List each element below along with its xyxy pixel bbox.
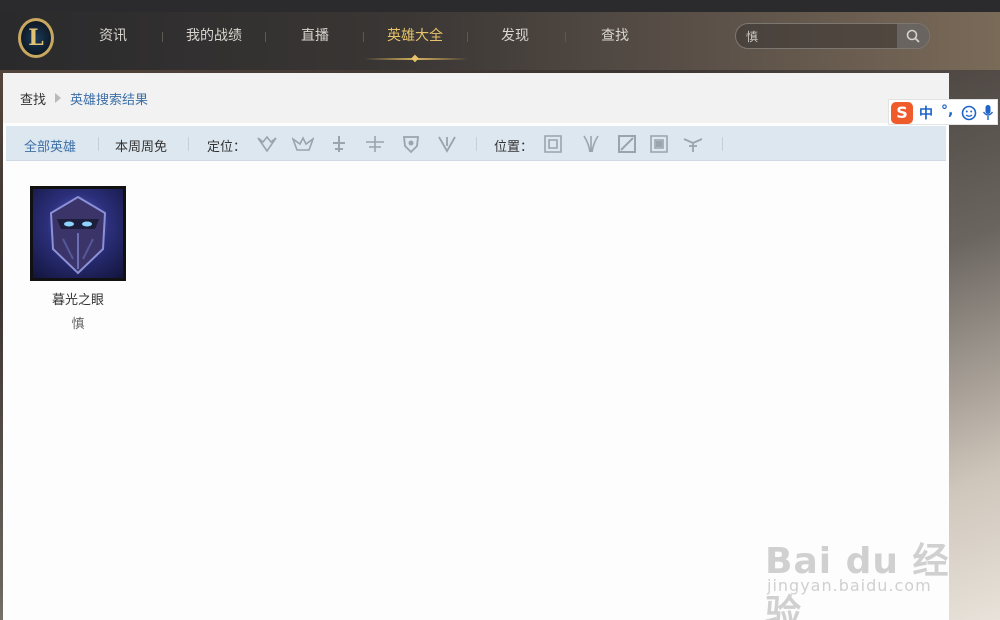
nav-divider: [265, 32, 266, 42]
breadcrumb-current: 英雄搜索结果: [70, 93, 149, 108]
ime-language-toggle[interactable]: 中: [919, 103, 933, 123]
hero-portrait-image: [49, 195, 107, 275]
ime-punctuation-toggle[interactable]: °,: [941, 103, 953, 119]
nav-divider: [467, 32, 468, 42]
breadcrumb-arrow-icon: [55, 93, 61, 103]
hero-filter-bar: 全部英雄 本周周免 定位： 位置：: [6, 126, 946, 161]
microphone-icon[interactable]: [982, 104, 994, 122]
bottom-lane-icon[interactable]: [648, 134, 670, 154]
hero-title: 慎: [71, 317, 85, 332]
filter-divider: [476, 137, 477, 151]
nav-discover[interactable]: 发现: [492, 12, 538, 60]
window-top-strip: [0, 0, 1000, 12]
top-navbar: L 资讯 我的战绩 直播 英雄大全 发现 查找 ◆: [0, 12, 1000, 70]
filter-divider: [98, 137, 99, 151]
fighter-icon[interactable]: [328, 134, 350, 154]
marksman-icon[interactable]: [364, 134, 386, 154]
breadcrumb-root[interactable]: 查找: [20, 89, 46, 108]
assassin-icon[interactable]: [256, 134, 278, 154]
active-nav-diamond-icon: ◆: [411, 53, 419, 64]
content-panel: 查找 英雄搜索结果 全部英雄 本周周免 定位： 位置： 暮光之眼 慎: [3, 73, 949, 620]
nav-divider: [162, 32, 163, 42]
nav-news[interactable]: 资讯: [90, 12, 136, 60]
nav-search[interactable]: 查找: [592, 12, 638, 60]
mid-lane-icon[interactable]: [616, 134, 638, 154]
role-label: 定位：: [207, 140, 247, 155]
ime-logo-icon[interactable]: S: [891, 102, 913, 124]
mage-icon[interactable]: [292, 134, 314, 154]
support-lane-icon[interactable]: [682, 134, 704, 154]
lol-logo[interactable]: L: [18, 18, 54, 58]
hero-card[interactable]: 暮光之眼 慎: [30, 186, 126, 332]
ime-toolbar: S 中 °,: [888, 99, 998, 125]
support-icon[interactable]: [436, 134, 458, 154]
nav-live[interactable]: 直播: [292, 12, 338, 60]
top-lane-icon[interactable]: [542, 134, 564, 154]
filter-all-heroes[interactable]: 全部英雄: [24, 136, 76, 155]
jungle-icon[interactable]: [580, 134, 602, 154]
search-icon: [906, 29, 920, 43]
filter-divider: [188, 137, 189, 151]
emoji-icon[interactable]: [961, 105, 977, 121]
nav-divider: [565, 32, 566, 42]
tank-icon[interactable]: [400, 134, 422, 154]
hero-portrait[interactable]: [30, 186, 126, 281]
hero-name[interactable]: 暮光之眼: [30, 289, 126, 308]
nav-divider: [363, 32, 364, 42]
search-box: [735, 23, 930, 49]
search-input[interactable]: [746, 27, 896, 45]
nav-my-record[interactable]: 我的战绩: [182, 12, 246, 60]
filter-weekly-free[interactable]: 本周周免: [115, 136, 167, 155]
filter-divider: [722, 137, 723, 151]
position-label: 位置：: [494, 140, 534, 155]
search-button[interactable]: [897, 24, 929, 48]
breadcrumb: 查找 英雄搜索结果: [3, 73, 949, 123]
